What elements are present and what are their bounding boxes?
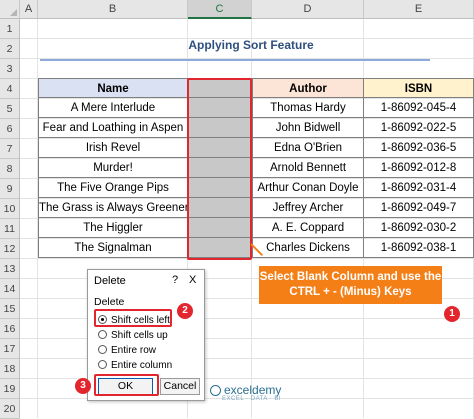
option-label: Entire row [111, 345, 157, 356]
watermark-logo: exceldemy [210, 383, 281, 397]
cell-isbn[interactable]: 1-86092-036-5 [364, 138, 474, 158]
spreadsheet: A B C D E 1 2 3 4 5 6 7 8 9 10 11 12 13 … [0, 0, 474, 419]
watermark-tagline: EXCEL · DATA · BI [222, 396, 282, 402]
radio-icon[interactable] [98, 329, 107, 339]
header-author[interactable]: Author [252, 78, 364, 98]
step-marker-2: 2 [177, 303, 193, 319]
cell-author[interactable]: Edna O'Brien [252, 138, 364, 158]
option-entire-column[interactable]: Entire column [98, 359, 172, 372]
cell-author[interactable]: Thomas Hardy [252, 98, 364, 118]
cell-name[interactable]: Irish Revel [38, 138, 188, 158]
row-header-6[interactable]: 6 [0, 119, 20, 139]
row-header-20[interactable]: 20 [0, 399, 20, 419]
cell-name[interactable]: Fear and Loathing in Aspen [38, 118, 188, 138]
row-header-12[interactable]: 12 [0, 239, 20, 259]
row-header-16[interactable]: 16 [0, 319, 20, 339]
column-header-c[interactable]: C [188, 0, 252, 19]
cell-isbn[interactable]: 1-86092-012-8 [364, 158, 474, 178]
cell-author[interactable]: Arthur Conan Doyle [252, 178, 364, 198]
row-header-5[interactable]: 5 [0, 99, 20, 119]
row-header-2[interactable]: 2 [0, 39, 20, 59]
row-header-3[interactable]: 3 [0, 59, 20, 79]
option-label: Entire column [111, 360, 173, 371]
cell-author[interactable]: Arnold Bennett [252, 158, 364, 178]
sheet-title: Applying Sort Feature [188, 38, 314, 52]
option-entire-row[interactable]: Entire row [98, 344, 156, 357]
header-isbn[interactable]: ISBN [364, 78, 474, 98]
cell-name[interactable]: The Grass is Always Greener [38, 198, 188, 218]
radio-icon[interactable] [98, 359, 107, 369]
option-label: Shift cells up [111, 330, 168, 341]
cell-author[interactable]: John Bidwell [252, 118, 364, 138]
row-header-19[interactable]: 19 [0, 379, 20, 399]
row-header-7[interactable]: 7 [0, 139, 20, 159]
header-name[interactable]: Name [38, 78, 188, 98]
cell-author[interactable]: Charles Dickens [252, 238, 364, 258]
cell-isbn[interactable]: 1-86092-022-5 [364, 118, 474, 138]
row-header-4[interactable]: 4 [0, 79, 20, 99]
delete-group-label: Delete [94, 296, 125, 308]
cell-isbn[interactable]: 1-86092-030-2 [364, 218, 474, 238]
row-header-14[interactable]: 14 [0, 279, 20, 299]
cell-isbn[interactable]: 1-86092-038-1 [364, 238, 474, 258]
option-shift-cells-up[interactable]: Shift cells up [98, 329, 168, 342]
watermark-name: exceldemy [224, 383, 282, 397]
cell-name[interactable]: A Mere Interlude [38, 98, 188, 118]
row-header-18[interactable]: 18 [0, 359, 20, 379]
cell-isbn[interactable]: 1-86092-031-4 [364, 178, 474, 198]
cell-author[interactable]: Jeffrey Archer [252, 198, 364, 218]
radio-icon[interactable] [98, 344, 107, 354]
column-header-b[interactable]: B [38, 0, 188, 19]
row-header-10[interactable]: 10 [0, 199, 20, 219]
column-header-d[interactable]: D [252, 0, 364, 19]
row-header-1[interactable]: 1 [0, 19, 20, 39]
cell-isbn[interactable]: 1-86092-045-4 [364, 98, 474, 118]
cell-name[interactable]: The Higgler [38, 218, 188, 238]
ok-highlight [94, 374, 159, 396]
row-header-9[interactable]: 9 [0, 179, 20, 199]
step-marker-1: 1 [444, 306, 460, 322]
cell-isbn[interactable]: 1-86092-049-7 [364, 198, 474, 218]
cell-name[interactable]: The Five Orange Pips [38, 178, 188, 198]
row-header-8[interactable]: 8 [0, 159, 20, 179]
row-header-13[interactable]: 13 [0, 259, 20, 279]
title-underline [40, 59, 430, 61]
cell-name[interactable]: The Signalman [38, 238, 188, 258]
option-highlight [94, 309, 172, 327]
instruction-callout: Select Blank Column and use the CTRL + -… [259, 266, 442, 304]
row-header-11[interactable]: 11 [0, 219, 20, 239]
logo-icon [210, 385, 221, 397]
help-icon[interactable]: ? [172, 274, 178, 286]
row-header-15[interactable]: 15 [0, 299, 20, 319]
row-header-17[interactable]: 17 [0, 339, 20, 359]
select-all-corner[interactable] [0, 0, 20, 19]
column-header-a[interactable]: A [20, 0, 38, 19]
close-icon[interactable]: X [189, 274, 196, 286]
cell-name[interactable]: Murder! [38, 158, 188, 178]
cell-author[interactable]: A. E. Coppard [252, 218, 364, 238]
dialog-title: Delete [94, 275, 126, 287]
selection-highlight [187, 78, 252, 260]
column-header-e[interactable]: E [364, 0, 474, 19]
step-marker-3: 3 [75, 378, 91, 394]
cancel-button[interactable]: Cancel [160, 378, 200, 395]
